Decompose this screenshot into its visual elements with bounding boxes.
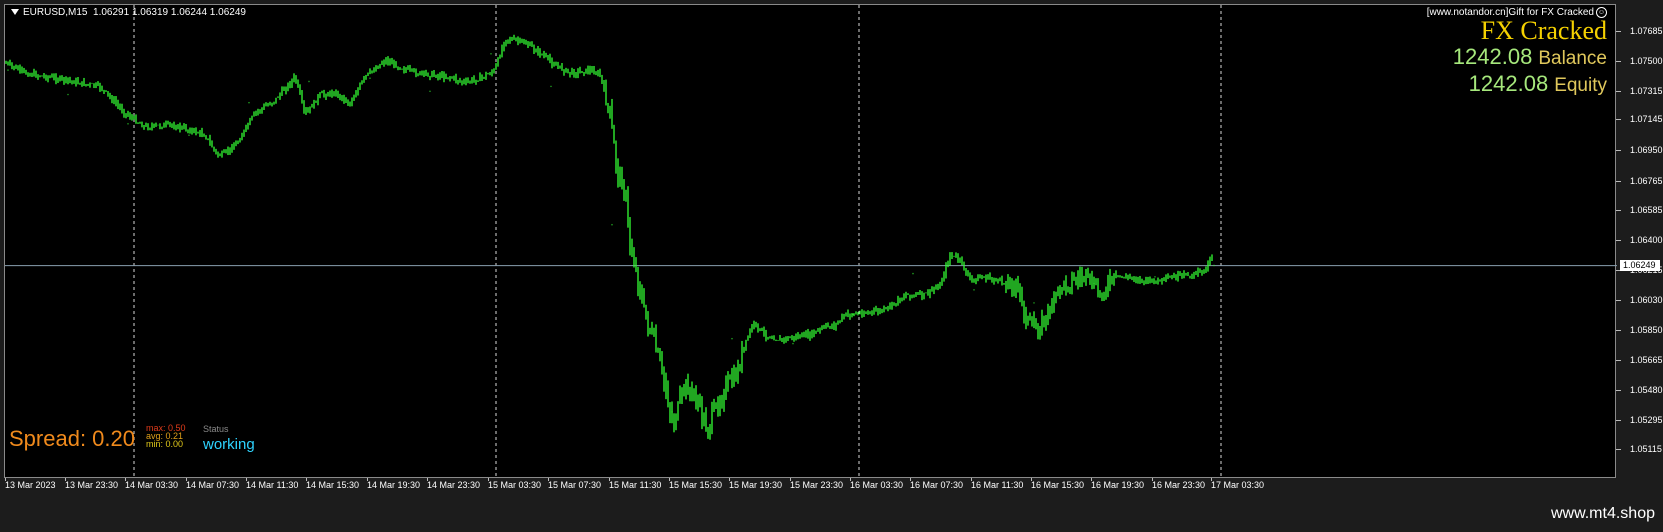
series-point [248,101,250,104]
series-point [490,53,492,55]
series-point [973,289,975,291]
series-point [7,69,9,71]
price-tick [1616,449,1621,451]
price-tick [1616,180,1621,182]
status-label: Status [203,424,229,434]
spread-min: min: 0.00 [146,439,184,449]
time-label: 14 Mar 23:30 [427,480,481,490]
price-chart[interactable] [5,5,1617,479]
series-point [429,90,431,93]
series-point [611,223,613,226]
price-label: 1.06950 [1630,145,1663,156]
price-label: 1.05115 [1630,444,1662,455]
price-label: 1.07685 [1630,25,1663,36]
time-axis[interactable]: 13 Mar 2023 13 Mar 23:30 14 Mar 03:30 14 Ma… [4,478,1616,496]
balance-label: Balance [1538,48,1607,70]
time-label: 14 Mar 19:30 [367,480,421,490]
time-label: 16 Mar 11:30 [971,480,1024,490]
price-tick [1616,118,1621,120]
series-point [852,313,854,316]
time-label: 15 Mar 15:30 [669,480,723,490]
price-tick [1616,150,1621,152]
time-label: 14 Mar 03:30 [125,480,179,490]
time-label: 16 Mar 07:30 [910,480,964,490]
balance-value: 1242.08 [1452,44,1533,70]
equity-row: 1242.08 Equity [1427,71,1607,98]
ohlc-values: 1.06291 1.06319 1.06244 1.06249 [93,7,246,18]
spread-stats: max: 0.50 avg: 0.21 min: 0.00 [146,424,186,449]
series-point [792,342,794,345]
time-label: 14 Mar 07:30 [186,480,240,490]
time-label: 15 Mar 11:30 [609,480,662,490]
time-label: 13 Mar 2023 [5,480,56,490]
dropdown-arrow-icon[interactable] [11,9,19,16]
time-label: 15 Mar 19:30 [729,480,783,490]
price-tick [1616,240,1621,241]
price-tick [1616,389,1621,391]
time-label: 16 Mar 03:30 [850,480,904,490]
series-point [1093,282,1095,285]
time-label: 15 Mar 23:30 [790,480,844,490]
series-point [731,337,733,340]
time-label: 17 Mar 03:30 [1211,480,1265,490]
symbol-label: EURUSD,M15 [23,7,88,18]
time-label: 13 Mar 23:30 [65,480,119,490]
price-tick [1616,419,1621,421]
price-tick [1616,300,1621,302]
ea-title: FX Cracked [1480,16,1607,46]
time-label: 16 Mar 23:30 [1152,480,1206,490]
price-label: 1.05665 [1630,354,1663,365]
price-axis[interactable]: 1.07685 1.07500 1.07315 1.07145 1.06950 1.067… [1616,4,1663,478]
series-point [369,77,371,80]
price-tick [1616,209,1621,211]
price-label: 1.07500 [1630,55,1663,66]
current-price-tag: 1.06249 [1620,259,1660,271]
price-label: 1.07315 [1630,86,1663,97]
series-point [671,411,673,413]
series-point [308,80,310,83]
price-label: 1.05850 [1630,324,1663,335]
series-point [127,123,129,125]
price-label: 1.05480 [1630,384,1663,395]
price-label: 1.06765 [1630,175,1663,186]
time-label: 14 Mar 11:30 [246,480,299,490]
status-box: Status working [203,424,255,453]
chart-header: EURUSD,M15 1.06291 1.06319 1.06244 1.062… [11,7,246,18]
price-tick [1616,359,1621,361]
time-label: 16 Mar 15:30 [1031,480,1085,490]
price-label: 1.06400 [1630,235,1663,245]
status-value: working [203,436,255,453]
price-label: 1.06030 [1630,295,1663,306]
price-tick [1616,91,1621,93]
watermark: www.mt4.shop [1550,505,1655,522]
series-point [550,85,552,88]
price-tick [1616,60,1621,62]
series-point [1213,264,1215,267]
price-tick [1616,30,1621,32]
series-point [1033,302,1035,304]
balance-row: 1242.08 Balance [1427,44,1607,71]
equity-label: Equity [1554,75,1607,97]
time-label: 15 Mar 03:30 [488,480,542,490]
series-point [1154,276,1156,278]
series-point [188,134,190,137]
series-point [67,93,69,96]
price-label: 1.07145 [1630,113,1663,124]
spread-readout: Spread: 0.20 [9,426,135,451]
price-tick [1616,329,1621,331]
candles-group [5,34,1213,440]
price-label: 1.06585 [1630,204,1663,215]
ea-panel: [www.notandor.cn]Gift for FX Cracked ☺ FX… [1427,7,1607,98]
series-point [912,272,914,275]
price-label: 1.05295 [1630,414,1663,425]
time-label: 14 Mar 15:30 [306,480,360,490]
time-label: 15 Mar 07:30 [548,480,602,490]
chart-window[interactable]: EURUSD,M15 1.06291 1.06319 1.06244 1.062… [4,4,1617,479]
equity-value: 1242.08 [1468,71,1549,97]
time-label: 16 Mar 19:30 [1091,480,1145,490]
